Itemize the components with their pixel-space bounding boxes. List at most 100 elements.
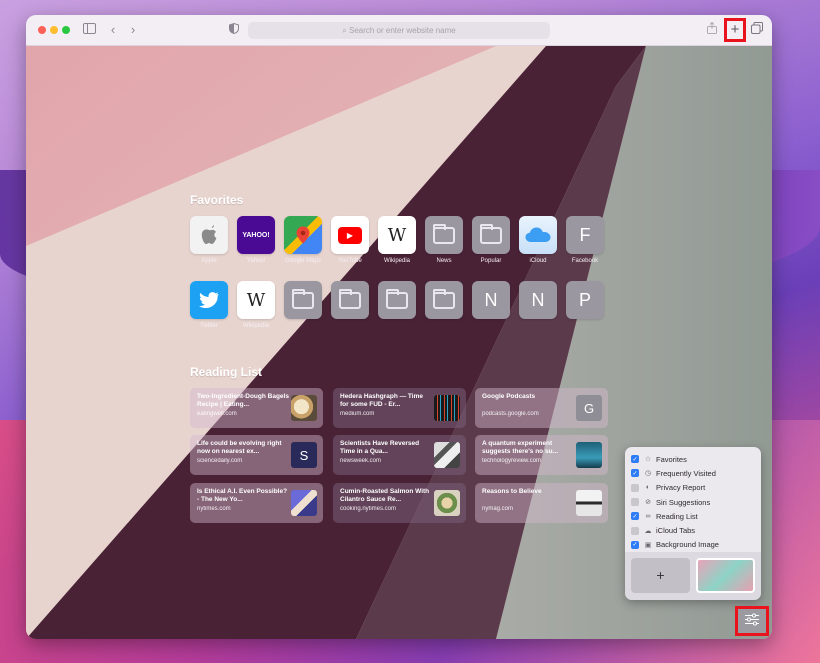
background-thumbnail-selected[interactable] [696,558,755,593]
option-label: iCloud Tabs [656,526,696,536]
reading-list-item[interactable]: Two-Ingredient-Dough Bagels Recipe | Eat… [190,388,323,428]
favorite-letter-n-1[interactable]: N [469,281,513,323]
customize-start-page-button[interactable] [735,606,769,636]
checkbox-checked[interactable]: ✓ [631,512,639,521]
reading-list-item[interactable]: Is Ethical A.I. Even Possible? - The New… [190,483,323,523]
favorite-letter-p[interactable]: P [563,281,607,323]
new-tab-button[interactable]: + [724,18,746,42]
favorite-label: Facebook [571,258,599,264]
favorite-folder-1[interactable] [281,281,325,323]
reading-item-title: Life could be evolving right now on near… [197,440,282,455]
reading-list-title: Reading List [190,365,263,379]
share-icon[interactable] [706,21,718,38]
thumbnail-image [434,442,460,468]
option-icloud-tabs[interactable]: ☁ iCloud Tabs [631,523,755,537]
tab-overview-icon[interactable] [750,22,764,38]
option-favorites[interactable]: ✓ ☆ Favorites [631,452,755,466]
reading-list-item[interactable]: Reasons to Believe nymag.com [475,483,608,523]
favorite-popular[interactable]: Popular [469,216,513,265]
google-maps-icon [284,216,322,254]
minimize-window-button[interactable] [50,26,58,34]
reading-item-title: Cumin-Roasted Salmon With Cilantro Sauce… [340,488,430,503]
clock-icon: ◷ [644,470,652,478]
favorite-facebook[interactable]: F Facebook [563,216,607,265]
letter-tile-icon: P [566,281,604,319]
thumbnail-image [434,490,460,516]
checkbox-checked[interactable]: ✓ [631,540,639,549]
option-reading-list[interactable]: ✓ ∞ Reading List [631,509,755,523]
glasses-icon: ∞ [645,512,651,520]
thumbnail-image [576,490,602,516]
reading-list-item[interactable]: A quantum experiment suggests there's no… [475,435,608,475]
favorite-youtube[interactable]: ▶ YouTube [328,216,372,265]
letter-thumbnail-icon: G [576,395,602,421]
option-frequently-visited[interactable]: ✓ ◷ Frequently Visited [631,466,755,480]
favorite-twitter[interactable]: Twitter [187,281,231,330]
folder-icon [284,281,322,319]
favorite-folder-2[interactable] [328,281,372,323]
cloud-icon: ☁ [644,527,652,535]
checkbox-checked[interactable]: ✓ [631,455,639,464]
favorite-google-maps[interactable]: Google Maps [281,216,325,265]
option-label: Siri Suggestions [656,497,711,507]
favorite-wikipedia-2[interactable]: W Wikipedia [234,281,278,330]
reading-list-item[interactable]: Life could be evolving right now on near… [190,435,323,475]
favorite-label: YouTube [338,258,362,264]
favorite-news[interactable]: News [422,216,466,265]
reading-item-title: Scientists Have Reversed Time in a Qua..… [340,440,420,455]
image-icon: ▣ [644,541,652,549]
folder-icon [425,281,463,319]
reading-list-item[interactable]: Cumin-Roasted Salmon With Cilantro Sauce… [333,483,466,523]
favorite-yahoo[interactable]: YAHOO! Yahoo! [234,216,278,265]
option-label: Frequently Visited [656,468,716,478]
reading-list-item[interactable]: Google Podcasts podcasts.google.com G [475,388,608,428]
letter-thumbnail-icon: S [291,442,317,468]
shield-icon: ◐ [645,484,651,492]
add-background-button[interactable]: + [631,558,690,593]
forward-icon[interactable]: › [128,22,138,38]
back-icon[interactable]: ‹ [108,22,118,38]
start-page-customize-panel: ✓ ☆ Favorites ✓ ◷ Frequently Visited ◐ P… [625,447,761,600]
thumbnail-image [291,490,317,516]
folder-icon [472,216,510,254]
favorite-folder-3[interactable] [375,281,419,323]
address-placeholder: Search or enter website name [348,26,456,35]
zoom-window-button[interactable] [62,26,70,34]
sliders-icon [744,613,760,629]
yahoo-logo-icon: YAHOO! [237,216,275,254]
reading-list-item[interactable]: Scientists Have Reversed Time in a Qua..… [333,435,466,475]
folder-icon [378,281,416,319]
favorite-folder-4[interactable] [422,281,466,323]
privacy-shield-icon[interactable] [228,22,240,38]
icloud-icon [519,216,557,254]
option-label: Privacy Report [656,483,706,493]
checkbox-unchecked[interactable] [631,526,639,535]
checkbox-checked[interactable]: ✓ [631,469,639,478]
favorite-label: Wikipedia [383,258,410,264]
search-icon: ⌕ [342,26,347,35]
thumbnail-image [434,395,460,421]
option-label: Reading List [656,511,698,521]
option-label: Favorites [656,454,687,464]
checkbox-unchecked[interactable] [631,483,639,492]
favorite-letter-n-2[interactable]: N [516,281,560,323]
close-window-button[interactable] [38,26,46,34]
favorite-label: Popular [480,258,502,264]
favorite-label: Apple [201,258,217,264]
option-privacy-report[interactable]: ◐ Privacy Report [631,481,755,495]
sidebar-icon[interactable] [82,22,96,38]
favorite-apple[interactable]: Apple [187,216,231,265]
favorite-icloud[interactable]: iCloud [516,216,560,265]
youtube-logo-icon: ▶ [331,216,369,254]
option-background-image[interactable]: ✓ ▣ Background Image [631,538,755,552]
favorite-wikipedia[interactable]: W Wikipedia [375,216,419,265]
favorite-label: Twitter [200,323,218,329]
thumbnail-image [576,442,602,468]
reading-list-item[interactable]: Hedera Hashgraph — Time for some FUD - E… [333,388,466,428]
favorite-label: Yahoo! [246,258,266,264]
address-bar[interactable]: ⌕ Search or enter website name [248,22,550,39]
option-siri-suggestions[interactable]: ⊘ Siri Suggestions [631,495,755,509]
plus-icon: + [730,21,740,38]
checkbox-unchecked[interactable] [631,498,639,507]
reading-item-title: Hedera Hashgraph — Time for some FUD - E… [340,393,423,408]
